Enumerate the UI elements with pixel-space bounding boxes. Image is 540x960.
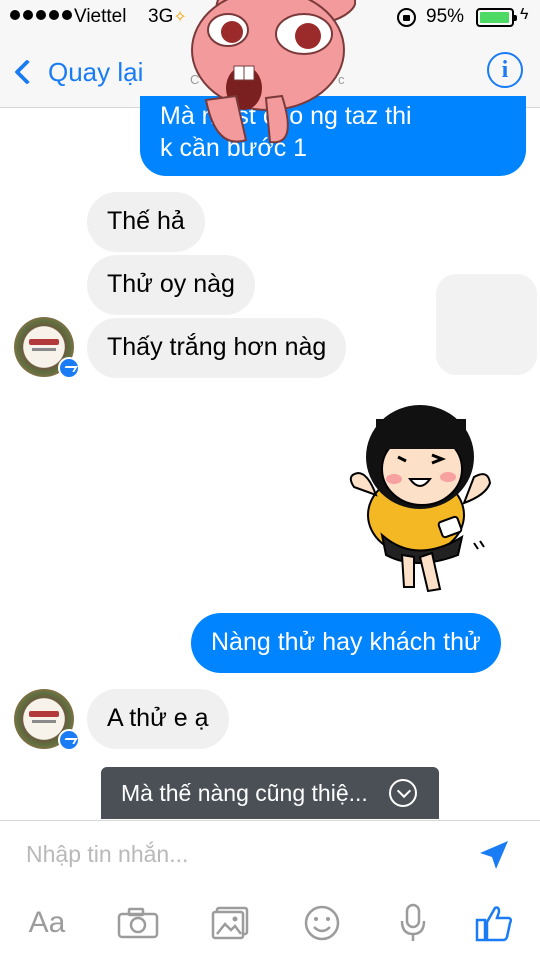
message-text: Nàng thử hay khách thử (211, 628, 481, 656)
charging-icon: ϟ (520, 6, 529, 23)
composer: Aa (0, 820, 540, 960)
avatar-logo (29, 711, 59, 717)
back-chevron-icon (14, 59, 40, 85)
messenger-badge-icon (58, 357, 80, 379)
signal-dots-icon (10, 10, 72, 20)
network-type: 3G✧ (148, 6, 187, 27)
aa-label: Aa (28, 906, 66, 939)
avatar-logo (29, 339, 59, 345)
avatar[interactable] (14, 317, 80, 379)
preview-text: Mà thế nàng cũng thiệ... (121, 779, 368, 806)
message-bubble-incoming[interactable]: Thấy trắng hơn nàg (87, 318, 347, 378)
bunny-sticker[interactable] (186, 0, 356, 150)
message-text: Thế hả (107, 207, 185, 235)
message-bubble-outgoing[interactable]: Nàng thử hay khách thử (191, 613, 501, 673)
avatar-logo-subtext (32, 348, 56, 351)
message-text: Thử oy nàg (107, 270, 235, 298)
photo-icon (211, 906, 249, 940)
lock-rotation-icon (397, 8, 416, 27)
message-bubble-incoming[interactable]: Thế hả (87, 192, 205, 252)
text-format-button[interactable]: Aa (24, 901, 70, 945)
camera-button[interactable] (117, 901, 159, 945)
new-message-preview[interactable]: Mà thế nàng cũng thiệ... (101, 767, 439, 819)
info-icon: i (501, 56, 509, 83)
message-bubble-incoming[interactable]: A thử e ạ (87, 689, 229, 749)
microphone-icon (400, 903, 426, 941)
photo-button[interactable] (211, 901, 249, 945)
battery-percent: 95% (426, 6, 465, 27)
composer-toolbar: Aa (0, 901, 540, 951)
like-button[interactable] (474, 901, 514, 945)
avatar-logo-subtext (32, 720, 56, 723)
back-button[interactable]: Quay lại (12, 50, 143, 94)
avatar[interactable] (14, 689, 80, 751)
girl-sticker[interactable] (346, 395, 496, 595)
message-text: A thử e ạ (107, 704, 209, 732)
messenger-badge-icon (58, 729, 80, 751)
info-button[interactable]: i (487, 52, 523, 88)
microphone-button[interactable] (398, 901, 428, 945)
camera-icon (117, 907, 159, 939)
message-bubble-incoming[interactable]: Thử oy nàg (87, 255, 255, 315)
send-icon[interactable] (478, 839, 510, 871)
carrier-name: Viettel (74, 6, 127, 27)
battery-icon (476, 8, 517, 27)
chevron-down-icon (389, 779, 417, 807)
thumbs-up-icon (475, 906, 513, 942)
message-text: Thấy trắng hơn nàg (107, 333, 327, 361)
message-input[interactable] (26, 841, 446, 868)
emoji-button[interactable] (302, 901, 342, 945)
image-attachment-placeholder[interactable] (436, 274, 537, 375)
back-label: Quay lại (48, 56, 144, 87)
emoji-icon (304, 905, 340, 941)
